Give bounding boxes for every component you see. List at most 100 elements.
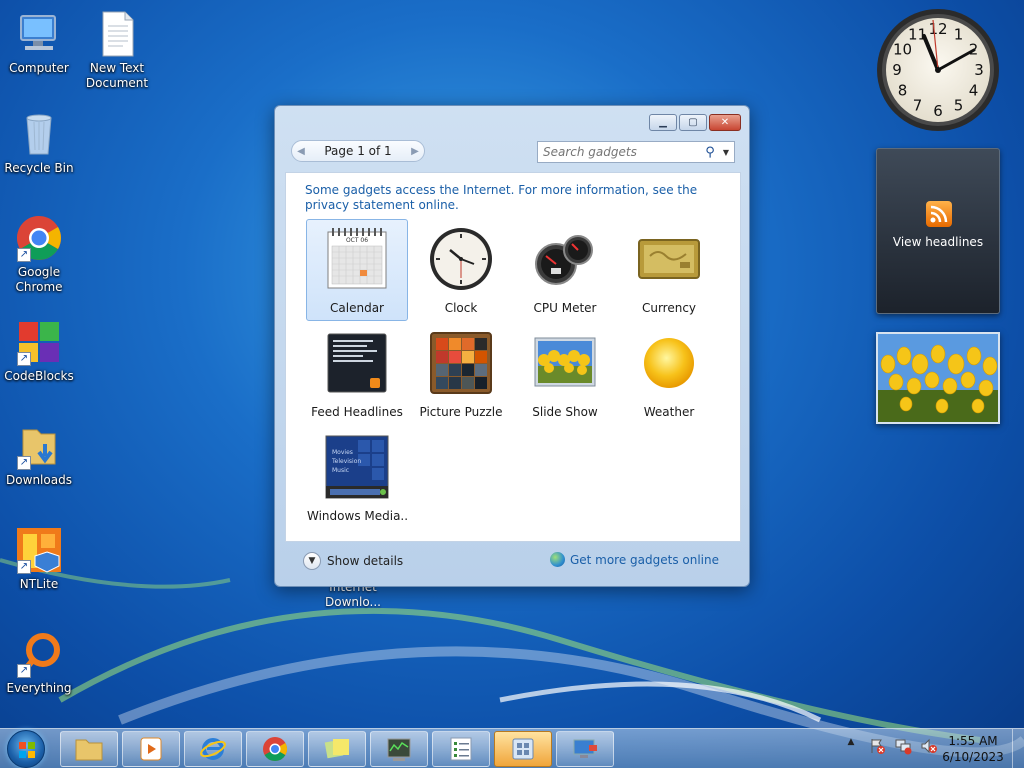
desktop-feed-headlines-gadget[interactable]: View headlines: [876, 148, 1000, 314]
windows-logo-icon: [19, 742, 35, 758]
clock-number: 1: [954, 26, 964, 44]
taskbar-chrome[interactable]: [246, 731, 304, 767]
globe-icon: [549, 552, 565, 567]
action-center-flag-icon[interactable]: [868, 737, 886, 755]
desktop-icon-computer[interactable]: Computer: [2, 10, 76, 76]
media-menu-lines: Movies Television Music: [332, 448, 361, 475]
gadget-currency[interactable]: Currency: [618, 219, 720, 321]
gadget-label: Clock: [444, 301, 478, 315]
gadget-picture-puzzle[interactable]: Picture Puzzle: [410, 323, 512, 425]
folder-icon: [75, 739, 103, 761]
computer-icon: [15, 10, 63, 58]
gadget-windows-media-center[interactable]: Movies Television Music Windows Media...: [306, 427, 408, 529]
restore-button[interactable]: ▢: [679, 114, 707, 131]
volume-muted-icon[interactable]: [920, 737, 938, 755]
list-document-icon: [450, 737, 472, 761]
desktop-icon-recycle-bin[interactable]: Recycle Bin: [2, 110, 76, 176]
gadget-cpu-meter[interactable]: CPU Meter: [514, 219, 616, 321]
gadget-gallery-window[interactable]: ▁ ▢ ✕ ◀ Page 1 of 1 ▶ ⚲ ▼ Some gadgets a…: [274, 105, 750, 587]
desktop-icon-everything[interactable]: ↗ Everything: [2, 630, 76, 696]
chrome-icon: [263, 737, 288, 762]
gadget-clock[interactable]: Clock: [410, 219, 512, 321]
page-indicator: Page 1 of 1: [324, 144, 392, 158]
desktop-slide-show-gadget[interactable]: [876, 332, 1000, 424]
network-icon[interactable]: [894, 737, 912, 755]
gadget-label: Calendar: [330, 301, 384, 315]
chevron-down-icon[interactable]: ▼: [718, 148, 734, 157]
next-page-icon[interactable]: ▶: [406, 146, 424, 157]
taskbar-date: 6/10/2023: [942, 750, 1004, 764]
privacy-notice-link[interactable]: Some gadgets access the Internet. For mo…: [305, 183, 725, 213]
desktop-icon-label: Recycle Bin: [4, 161, 74, 175]
desktop-icon-label: New Text Document: [85, 61, 149, 90]
gadget-label: Feed Headlines: [311, 405, 403, 419]
media-menu-item: Television: [332, 458, 362, 465]
gadget-calendar[interactable]: OCT 06 Calendar: [306, 219, 408, 321]
desktop-icon-codeblocks[interactable]: ↗ CodeBlocks: [2, 318, 76, 384]
system-tray: ▲: [842, 737, 938, 755]
recycle-bin-icon: [15, 110, 63, 158]
taskbar-media-player[interactable]: [122, 731, 180, 767]
cpu-meter-icon: [532, 226, 598, 292]
taskbar-gadgets[interactable]: [494, 731, 552, 767]
start-button[interactable]: [7, 730, 45, 768]
rss-icon: [926, 201, 952, 227]
internet-explorer-icon: [200, 738, 226, 760]
currency-icon: [636, 226, 702, 292]
desktop-icon-label: NTLite: [19, 577, 59, 591]
taskbar-clock[interactable]: 1:55 AM 6/10/2023: [940, 733, 1006, 765]
view-headlines-link[interactable]: View headlines: [877, 235, 999, 249]
picture-puzzle-icon: [428, 330, 494, 396]
taskbar-sticky-notes[interactable]: [308, 731, 366, 767]
remote-desktop-icon: [573, 739, 597, 758]
window-controls: ▁ ▢ ✕: [649, 114, 741, 131]
shortcut-arrow-icon: ↗: [17, 248, 31, 262]
search-icon[interactable]: ⚲: [702, 145, 718, 160]
taskbar-internet-explorer[interactable]: [184, 731, 242, 767]
search-box[interactable]: ⚲ ▼: [537, 141, 735, 163]
desktop-icon-google-chrome[interactable]: ↗ Google Chrome: [2, 214, 76, 295]
media-player-icon: [140, 737, 162, 761]
taskbar-remote-desktop[interactable]: [556, 731, 614, 767]
clock-number: 7: [913, 97, 923, 115]
desktop-icon-downloads[interactable]: ↗ Downloads: [2, 422, 76, 488]
feed-headlines-icon: [324, 330, 390, 396]
media-menu-item: Movies: [332, 449, 353, 456]
desktop-icon-label: Computer: [9, 61, 69, 75]
taskbar-notepad-list[interactable]: [432, 731, 490, 767]
chevron-down-icon: ▼: [303, 552, 321, 570]
gadget-feed-headlines[interactable]: Feed Headlines: [306, 323, 408, 425]
show-desktop-button[interactable]: [1012, 729, 1024, 768]
shortcut-arrow-icon: ↗: [17, 560, 31, 574]
show-hidden-icons-button[interactable]: ▲: [842, 737, 860, 755]
taskbar-explorer[interactable]: [60, 731, 118, 767]
media-menu-item: Music: [332, 467, 350, 474]
slide-show-icon: [532, 330, 598, 396]
desktop-icon-label: Everything: [6, 681, 72, 695]
taskbar-task-manager[interactable]: [370, 731, 428, 767]
gadget-weather[interactable]: Weather: [618, 323, 720, 425]
page-navigator: ◀ Page 1 of 1 ▶: [291, 140, 425, 162]
gallery-footer: ▼ Show details Get more gadgets online: [303, 552, 719, 572]
gadget-label: Currency: [641, 301, 697, 315]
task-manager-icon: [387, 738, 411, 761]
calendar-month-label: OCT 06: [345, 237, 369, 244]
desktop-icon-new-text-document[interactable]: New Text Document: [80, 10, 154, 91]
ntlite-icon: ↗: [15, 526, 63, 574]
clock-number: 9: [892, 61, 902, 79]
calendar-icon: OCT 06: [324, 226, 390, 292]
gadget-label: Picture Puzzle: [419, 405, 503, 419]
desktop-icon-ntlite[interactable]: ↗ NTLite: [2, 526, 76, 592]
minimize-button[interactable]: ▁: [649, 114, 677, 131]
gadgets-icon: [512, 738, 534, 760]
show-details-button[interactable]: ▼ Show details: [303, 552, 403, 570]
gallery-toolbar: ◀ Page 1 of 1 ▶ ⚲ ▼: [291, 140, 735, 164]
gadget-label: Slide Show: [532, 405, 598, 419]
close-button[interactable]: ✕: [709, 114, 741, 131]
get-more-gadgets-link[interactable]: Get more gadgets online: [549, 552, 719, 567]
sticky-notes-icon: [324, 739, 349, 759]
search-input[interactable]: [538, 145, 702, 159]
desktop-clock-gadget[interactable]: 121234567891011: [876, 8, 1000, 132]
previous-page-icon[interactable]: ◀: [292, 146, 310, 157]
gadget-slide-show[interactable]: Slide Show: [514, 323, 616, 425]
